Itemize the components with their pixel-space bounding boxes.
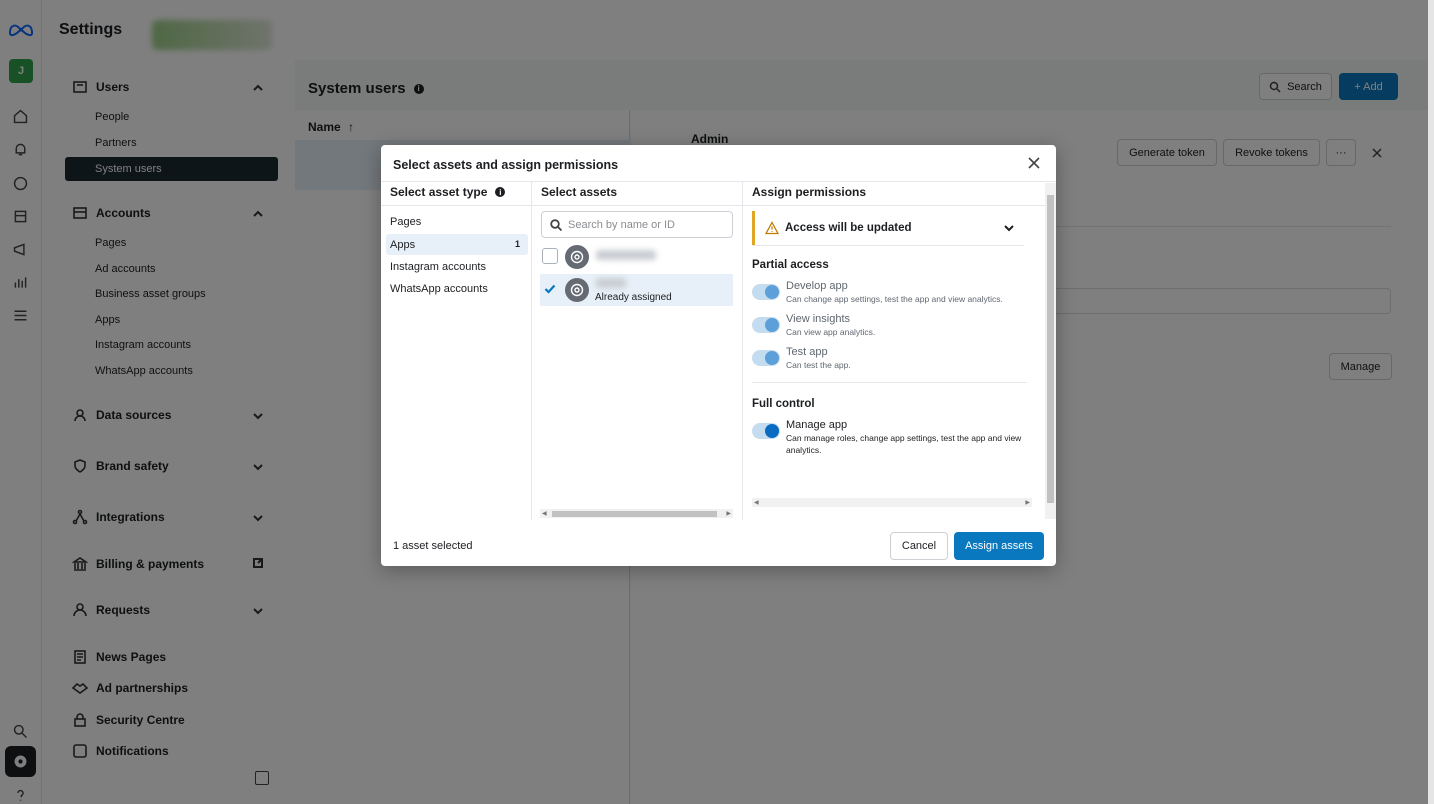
scroll-right-icon[interactable]: ▶ — [726, 510, 731, 517]
permissions-horizontal-scrollbar[interactable]: ◀ ▶ — [752, 498, 1032, 507]
asset-type-apps[interactable]: Apps 1 — [386, 234, 528, 255]
asset-search-input[interactable] — [568, 218, 728, 231]
chevron-down-icon[interactable] — [1004, 223, 1014, 233]
list-item[interactable] — [540, 241, 733, 273]
asset-name-redacted — [596, 250, 656, 260]
manage-app-toggle[interactable] — [752, 423, 780, 439]
asset-search-field[interactable] — [541, 211, 733, 238]
app-gear-icon — [565, 278, 589, 302]
assign-assets-dialog: Select assets and assign permissions Sel… — [381, 145, 1056, 566]
divider — [752, 382, 1027, 383]
close-icon[interactable] — [1028, 157, 1042, 171]
access-update-alert[interactable]: Access will be updated — [752, 211, 1024, 245]
list-item[interactable]: Already assigned — [540, 274, 733, 306]
asset-checkbox-checked[interactable] — [542, 281, 558, 297]
assets-horizontal-scrollbar[interactable]: ◀ ▶ — [540, 509, 733, 518]
asset-type-whatsapp-accounts[interactable]: WhatsApp accounts — [390, 283, 488, 295]
asset-type-pages[interactable]: Pages — [390, 216, 421, 228]
column-header-asset-type: Select asset type i — [390, 185, 506, 199]
scroll-right-icon[interactable]: ▶ — [1025, 499, 1030, 506]
full-control-heading: Full control — [752, 398, 815, 410]
column-header-assign-permissions: Assign permissions — [752, 185, 867, 199]
partial-access-heading: Partial access — [752, 259, 829, 271]
scroll-left-icon[interactable]: ◀ — [754, 499, 759, 506]
divider — [531, 182, 532, 520]
divider — [381, 181, 1056, 182]
view-insights-toggle[interactable] — [752, 317, 780, 333]
check-icon — [544, 284, 556, 294]
asset-checkbox[interactable] — [542, 248, 558, 264]
divider — [381, 205, 531, 206]
dialog-title: Select assets and assign permissions — [393, 158, 619, 172]
search-icon — [550, 218, 562, 231]
divider — [532, 205, 742, 206]
develop-app-toggle[interactable] — [752, 284, 780, 300]
info-icon[interactable]: i — [495, 187, 506, 197]
app-gear-icon — [565, 245, 589, 269]
dialog-vertical-scrollbar[interactable] — [1045, 183, 1056, 519]
selected-count: 1 asset selected — [393, 540, 473, 552]
asset-count-badge: 1 — [514, 239, 520, 249]
scroll-left-icon[interactable]: ◀ — [542, 510, 547, 517]
column-header-select-assets: Select assets — [541, 185, 618, 199]
cancel-button[interactable]: Cancel — [890, 532, 948, 560]
page-scrollbar[interactable] — [1428, 0, 1434, 804]
warning-icon — [765, 221, 779, 235]
permissions-panel: Access will be updated Partial access De… — [743, 206, 1045, 520]
asset-type-instagram-accounts[interactable]: Instagram accounts — [390, 261, 486, 273]
assign-assets-button[interactable]: Assign assets — [954, 532, 1044, 560]
asset-name-redacted — [596, 278, 626, 288]
test-app-toggle[interactable] — [752, 350, 780, 366]
asset-status: Already assigned — [595, 292, 672, 303]
